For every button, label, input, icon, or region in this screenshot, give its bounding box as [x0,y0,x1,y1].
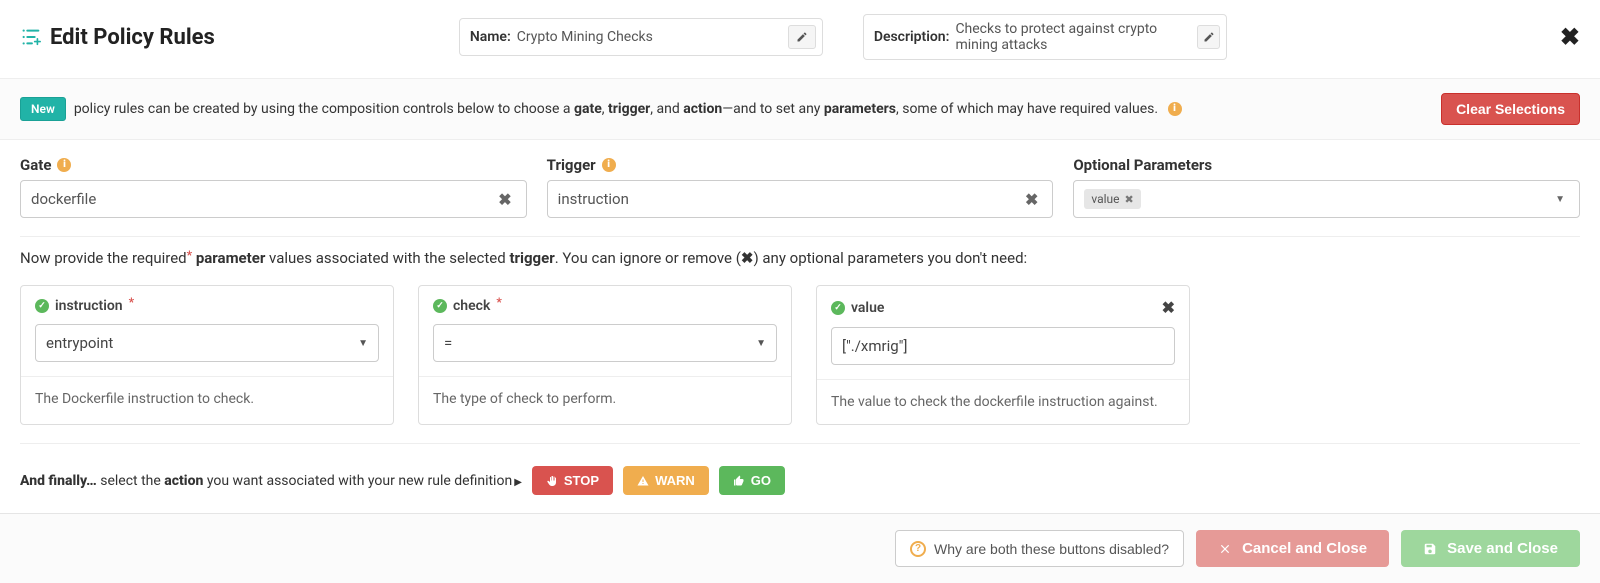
selector-section: Gate i dockerfile ✖ Trigger i instructio… [0,140,1600,218]
intro-text: policy rules can be created by using the… [74,101,1182,117]
chevron-down-icon: ▼ [358,338,368,349]
optional-params-label: Optional Parameters [1073,156,1580,174]
chevron-down-icon[interactable]: ▼ [1551,194,1569,205]
action-stop-button[interactable]: STOP [532,466,613,495]
save-close-button: Save and Close [1401,530,1580,567]
remove-param-icon[interactable]: ✖ [1162,298,1175,317]
param-name-instruction: instruction [55,298,123,314]
trigger-value: instruction [558,190,1021,208]
caret-right-icon: ▶ [514,477,522,488]
description-label: Description: [874,29,950,45]
policy-icon [20,26,42,48]
instruction-value: entrypoint [46,334,113,352]
final-lead-text: And finally… select the action you want … [20,473,522,489]
info-icon[interactable]: i [1168,102,1182,116]
close-icon [1218,542,1232,556]
name-label: Name: [470,29,511,45]
trigger-column: Trigger i instruction ✖ [547,156,1054,218]
new-badge: New [20,97,66,121]
pencil-icon [796,31,808,43]
parameter-cards-row: instruction* entrypoint ▼ The Dockerfile… [0,267,1600,425]
remove-chip-icon[interactable]: ✖ [1125,193,1134,206]
instruction-select[interactable]: entrypoint ▼ [35,324,379,362]
thumbs-up-icon [733,475,745,487]
hand-stop-icon [546,475,558,487]
param-card-instruction: instruction* entrypoint ▼ The Dockerfile… [20,285,394,425]
edit-description-button[interactable] [1197,25,1220,49]
action-go-button[interactable]: GO [719,466,785,495]
name-value: Crypto Mining Checks [517,29,653,45]
info-icon[interactable]: i [57,158,71,172]
check-select[interactable]: = ▼ [433,324,777,362]
name-field-group: Name: Crypto Mining Checks [459,18,823,56]
question-icon: ? [910,541,926,557]
chevron-down-icon: ▼ [756,338,766,349]
page-title: Edit Policy Rules [20,25,215,50]
action-warn-button[interactable]: WARN [623,466,709,495]
gate-select[interactable]: dockerfile ✖ [20,180,527,218]
param-card-check: check* = ▼ The type of check to perform. [418,285,792,425]
edit-name-button[interactable] [788,25,816,49]
param-chip-value: value ✖ [1084,189,1140,209]
action-selection-row: And finally… select the action you want … [0,444,1600,513]
check-circle-icon [35,299,49,313]
gate-label: Gate i [20,156,527,174]
value-help: The value to check the dockerfile instru… [817,379,1189,424]
info-icon[interactable]: i [602,158,616,172]
cancel-close-button: Cancel and Close [1196,530,1389,567]
warning-icon [637,475,649,487]
gate-column: Gate i dockerfile ✖ [20,156,527,218]
description-field-group: Description: Checks to protect against c… [863,14,1227,60]
check-help: The type of check to perform. [419,376,791,421]
intro-banner: New policy rules can be created by using… [0,78,1600,140]
page-title-text: Edit Policy Rules [50,25,215,50]
check-circle-icon [831,301,845,315]
header-bar: Edit Policy Rules Name: Crypto Mining Ch… [0,0,1600,78]
optional-params-select[interactable]: value ✖ ▼ [1073,180,1580,218]
clear-selections-button[interactable]: Clear Selections [1441,93,1580,125]
optional-params-column: Optional Parameters value ✖ ▼ [1073,156,1580,218]
parameter-helper-text: Now provide the required* parameter valu… [0,237,1600,267]
param-name-value: value [851,300,884,316]
close-icon[interactable]: ✖ [1560,23,1580,51]
gate-value: dockerfile [31,190,494,208]
param-card-value: value ✖ ["./xmrig"] The value to check t… [816,285,1190,425]
pencil-icon [1203,31,1215,43]
check-value: = [444,334,452,352]
description-value: Checks to protect against crypto mining … [955,21,1191,53]
value-content: ["./xmrig"] [842,337,907,355]
check-circle-icon [433,299,447,313]
trigger-label: Trigger i [547,156,1054,174]
clear-gate-icon[interactable]: ✖ [494,190,515,209]
trigger-select[interactable]: instruction ✖ [547,180,1054,218]
footer-bar: ? Why are both these buttons disabled? C… [0,513,1600,583]
why-disabled-button[interactable]: ? Why are both these buttons disabled? [895,530,1184,567]
value-input[interactable]: ["./xmrig"] [831,327,1175,365]
instruction-help: The Dockerfile instruction to check. [21,376,393,421]
save-icon [1423,542,1437,556]
param-name-check: check [453,298,490,314]
clear-trigger-icon[interactable]: ✖ [1021,190,1042,209]
